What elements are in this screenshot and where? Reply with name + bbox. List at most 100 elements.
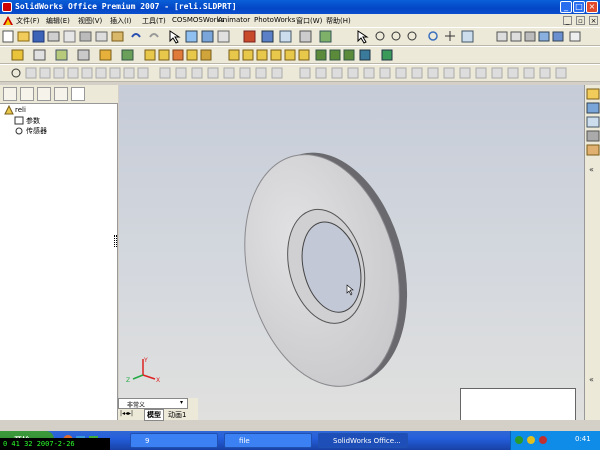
tab-configuration-manager[interactable] xyxy=(37,87,51,101)
window-title: SolidWorks Office Premium 2007 - [reli.S… xyxy=(15,2,237,11)
open-icon xyxy=(17,31,30,42)
close-button[interactable]: × xyxy=(586,1,598,13)
sweep-icon xyxy=(315,49,327,61)
menu-edit[interactable]: 编辑(E) xyxy=(46,16,70,26)
menu-help[interactable]: 帮助(H) xyxy=(326,16,351,26)
tab-model[interactable]: 模型 xyxy=(144,409,164,421)
task-solidworks[interactable]: SolidWorks Office... xyxy=(318,433,408,448)
centerline-icon xyxy=(109,67,121,79)
toolbar-icons-row-2 xyxy=(11,49,393,61)
tab-animation[interactable]: 动画1 xyxy=(168,410,186,420)
hide-show-icon xyxy=(319,30,332,43)
menu-tools[interactable]: 工具(T) xyxy=(142,16,166,26)
view-orientation-icon xyxy=(279,30,292,43)
tab-photoworks[interactable] xyxy=(71,87,85,101)
instant3d-icon xyxy=(359,49,371,61)
toolbar-icons-row-3 xyxy=(11,67,567,79)
doc-close-button[interactable]: × xyxy=(589,16,598,25)
tab-feature-tree[interactable] xyxy=(3,87,17,101)
flatten-icon xyxy=(523,67,535,79)
tree-item-parameters[interactable]: 参数 xyxy=(26,116,40,126)
sketch-rectangle-icon xyxy=(39,67,51,79)
tray-network-icon[interactable] xyxy=(515,436,523,444)
task-folder-file[interactable]: file xyxy=(224,433,312,448)
cut-icon xyxy=(79,31,92,42)
tab-property-manager[interactable] xyxy=(20,87,34,101)
minimize-button[interactable]: _ xyxy=(560,1,572,13)
section-view-icon xyxy=(261,30,274,43)
doc-minimize-button[interactable]: _ xyxy=(563,16,572,25)
menu-view[interactable]: 视图(V) xyxy=(78,16,102,26)
gusset-icon xyxy=(331,67,343,79)
end-cap-icon xyxy=(347,67,359,79)
axis-label-z: Z xyxy=(126,377,130,384)
split-icon xyxy=(343,49,355,61)
mirror-icon xyxy=(284,49,296,61)
mirror-entities-icon xyxy=(191,67,203,79)
tray-clock[interactable]: 0:41 xyxy=(575,435,591,443)
zoom-in-out-icon xyxy=(407,31,417,41)
trim-extend-icon xyxy=(379,67,391,79)
configuration-select[interactable]: 非常义 ▾ xyxy=(118,398,188,409)
part-model[interactable] xyxy=(119,85,584,420)
tray-sound-icon[interactable] xyxy=(527,436,535,444)
tab-cosmos[interactable] xyxy=(54,87,68,101)
toolbar-buttons-1 xyxy=(2,30,581,44)
maximize-button[interactable]: □ xyxy=(573,1,585,13)
rip-icon xyxy=(555,67,567,79)
unfold-icon xyxy=(491,67,503,79)
chamfer-icon xyxy=(158,49,170,61)
menu-file[interactable]: 文件(F) xyxy=(16,16,40,26)
sketch-fillet-icon xyxy=(123,67,135,79)
menu-animator[interactable]: Animator xyxy=(218,16,250,24)
loft-icon xyxy=(329,49,341,61)
weldment-icon xyxy=(299,67,311,79)
configuration-value: 非常义 xyxy=(127,402,146,409)
menu-insert[interactable]: 插入(I) xyxy=(110,16,132,26)
menu-window[interactable]: 窗口(W) xyxy=(296,16,322,26)
tree-item-sensors[interactable]: 传感器 xyxy=(26,126,47,136)
panel-splitter[interactable] xyxy=(114,235,117,247)
tree-root[interactable]: reli xyxy=(15,106,26,114)
fillet-icon xyxy=(144,49,156,61)
tray-security-icon[interactable] xyxy=(539,436,547,444)
hem-icon xyxy=(459,67,471,79)
solidworks-app-icon[interactable] xyxy=(2,2,12,12)
select-icon xyxy=(169,30,181,44)
shell-icon xyxy=(172,49,184,61)
task-folder-9[interactable]: 9 xyxy=(130,433,218,448)
graphics-viewport[interactable]: Y X Z xyxy=(119,85,584,420)
sensor-icon xyxy=(15,127,23,135)
print-icon xyxy=(47,31,60,42)
menu-cosmosworks[interactable]: COSMOSWorks xyxy=(172,16,224,24)
select-filter-icon xyxy=(357,30,369,44)
shadows-icon xyxy=(569,31,581,42)
copy-entities-icon xyxy=(255,67,267,79)
smart-dimension-icon xyxy=(33,49,46,61)
curves-icon xyxy=(121,49,134,61)
search-icon xyxy=(586,130,600,142)
part-icon xyxy=(4,105,14,115)
scale-entities-icon xyxy=(239,67,251,79)
undo-icon xyxy=(131,33,141,38)
view-palette-icon xyxy=(586,144,600,156)
tab-nav-arrows-icon[interactable]: |◂◂▸| xyxy=(120,410,133,417)
sketch-circle-icon xyxy=(53,67,65,79)
display-style-icon xyxy=(299,30,312,43)
standard-views-icon xyxy=(461,30,474,43)
file-explorer-icon xyxy=(586,116,600,128)
file-properties-icon xyxy=(201,30,214,43)
no-bends-icon xyxy=(539,67,551,79)
relations-icon xyxy=(271,67,283,79)
miter-flange-icon xyxy=(443,67,455,79)
zoom-fit-icon xyxy=(375,31,385,41)
menu-photoworks[interactable]: PhotoWorks xyxy=(254,16,295,24)
doc-restore-button[interactable]: ▫ xyxy=(576,16,585,25)
rotate-entities-icon xyxy=(223,67,235,79)
offset-entities-icon xyxy=(137,67,149,79)
revolve-icon xyxy=(77,49,90,61)
hidden-removed-icon xyxy=(524,31,536,42)
resources-icon xyxy=(586,88,600,100)
axis-triad: Y X Z xyxy=(126,357,160,384)
shaded-edges-icon xyxy=(538,31,550,42)
